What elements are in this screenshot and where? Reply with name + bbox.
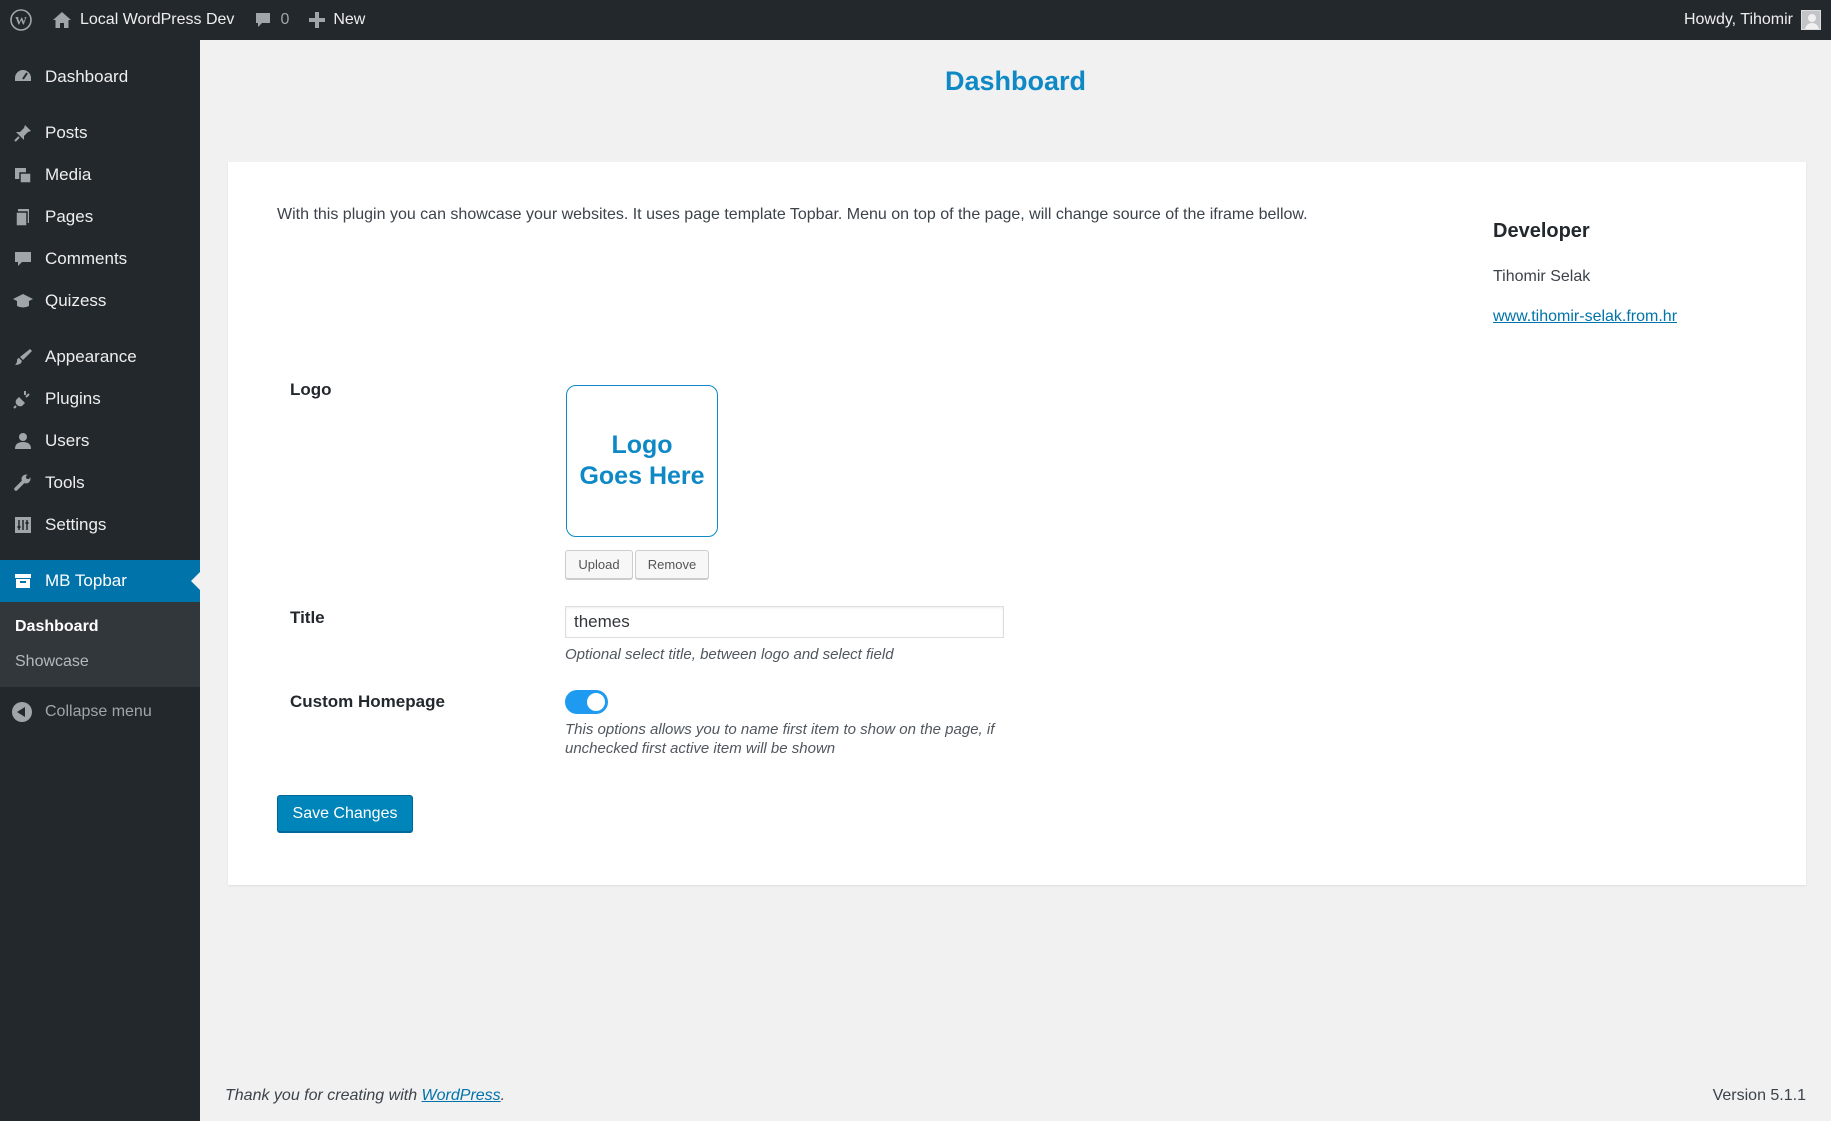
my-account[interactable]: Howdy, Tihomir [1684,0,1831,40]
custom-homepage-description-line-1: This options allows you to name first it… [565,721,995,738]
developer-heading: Developer [1493,220,1590,242]
svg-text:W: W [15,14,27,28]
avatar[interactable] [1801,10,1821,30]
intro-text: With this plugin you can showcase your w… [277,206,1308,223]
new-content-link[interactable]: New [299,0,375,40]
title-description: Optional select title, between logo and … [565,646,894,663]
logo-label: Logo [290,380,332,399]
dashboard-icon [12,66,34,88]
logo-preview: Logo Goes Here [566,385,718,537]
wordpress-link[interactable]: WordPress [422,1087,501,1104]
settings-icon [12,514,34,536]
submenu-item-showcase[interactable]: Showcase [0,644,200,679]
sidebar-item-tools[interactable]: Tools [0,462,200,504]
title-input[interactable] [565,606,1004,638]
submenu-item-dashboard[interactable]: Dashboard [0,609,200,644]
sidebar-item-label: Pages [45,207,94,226]
sidebar-item-label: Tools [45,473,85,492]
home-icon [52,11,72,29]
sidebar-item-mb-topbar[interactable]: MB Topbar [0,560,200,602]
graduation-cap-icon [12,290,34,312]
custom-homepage-toggle[interactable] [565,690,608,714]
developer-name: Tihomir Selak [1493,268,1591,285]
comment-icon [12,248,34,270]
brush-icon [12,346,34,368]
archive-icon [12,570,34,592]
sidebar-item-plugins[interactable]: Plugins [0,378,200,420]
sidebar-item-label: Appearance [45,347,137,366]
settings-panel: With this plugin you can showcase your w… [228,162,1806,885]
footer-thanks: Thank you for creating with WordPress. [225,1087,505,1105]
admin-bar: W Local WordPress Dev 0 New Howdy, Tihom… [0,0,1831,40]
media-icon [12,164,34,186]
version-text: Version 5.1.1 [1712,1087,1806,1104]
pages-icon [12,206,34,228]
collapse-menu-label: Collapse menu [45,703,152,720]
sidebar-item-label: Plugins [45,389,101,408]
sidebar-item-label: Quizess [45,291,107,310]
logo-placeholder-text: Logo Goes Here [579,431,705,490]
sidebar-item-appearance[interactable]: Appearance [0,336,200,378]
sidebar-item-users[interactable]: Users [0,420,200,462]
developer-link[interactable]: www.tihomir-selak.from.hr [1493,308,1677,326]
custom-homepage-description: This options allows you to name first it… [565,720,994,758]
sidebar-item-posts[interactable]: Posts [0,112,200,154]
custom-homepage-label: Custom Homepage [290,692,445,711]
remove-button[interactable]: Remove [635,550,709,579]
sidebar-item-dashboard[interactable]: Dashboard [0,56,200,98]
collapse-arrow-icon [12,702,32,722]
sidebar-item-quizess[interactable]: Quizess [0,280,200,322]
pin-icon [12,122,34,144]
wordpress-logo-icon[interactable]: W [0,0,42,40]
plug-icon [12,388,34,410]
sidebar-item-comments[interactable]: Comments [0,238,200,280]
collapse-menu-button[interactable]: Collapse menu [0,691,200,733]
sidebar-item-media[interactable]: Media [0,154,200,196]
site-name: Local WordPress Dev [80,11,235,28]
sidebar-item-label: Media [45,165,92,184]
sidebar-item-label: Posts [45,123,88,142]
custom-homepage-description-line-2: unchecked first active item will be show… [565,740,836,757]
title-label: Title [290,608,325,627]
howdy-text: Howdy, Tihomir [1683,11,1793,28]
sidebar-item-label: Comments [45,249,128,268]
user-icon [12,430,34,452]
new-label: New [333,11,366,28]
footer-thanks-prefix: Thank you for creating with [225,1087,422,1104]
sidebar-item-label: Settings [45,515,107,534]
footer-thanks-suffix: . [500,1087,506,1104]
plus-icon [309,12,326,28]
admin-sidebar: Dashboard Posts Media Pages Comments Qui… [0,40,200,1121]
comments-count: 0 [280,11,290,28]
site-name-link[interactable]: Local WordPress Dev [42,0,244,40]
wrench-icon [12,472,34,494]
save-changes-button[interactable]: Save Changes [277,795,413,832]
sidebar-item-settings[interactable]: Settings [0,504,200,546]
mb-topbar-submenu: Dashboard Showcase [0,602,200,687]
comments-link[interactable]: 0 [244,0,299,40]
comment-bubble-icon [254,11,272,29]
sidebar-item-label: MB Topbar [45,571,127,590]
sidebar-item-label: Dashboard [45,67,129,86]
upload-button[interactable]: Upload [565,550,633,579]
page-title: Dashboard [944,66,1087,96]
sidebar-item-label: Users [45,431,90,450]
sidebar-item-pages[interactable]: Pages [0,196,200,238]
